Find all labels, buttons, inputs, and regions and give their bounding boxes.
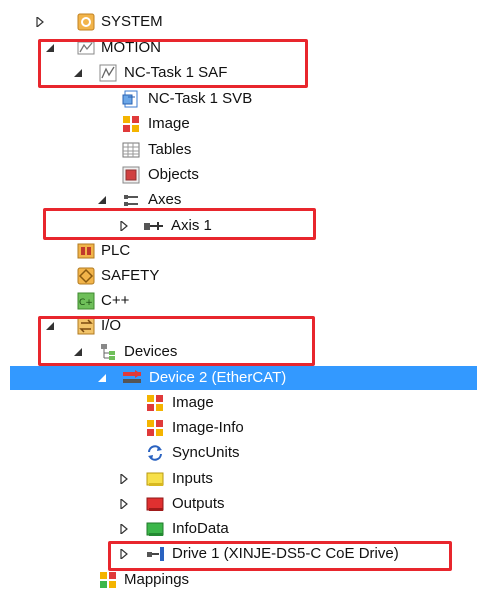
expand-arrow-icon[interactable] (34, 10, 46, 34)
tree-item-inputs[interactable]: Inputs (0, 467, 477, 491)
tree-item-label: NC-Task 1 SVB (148, 90, 253, 107)
nc-task-svb-icon (122, 90, 140, 108)
tree-item-label: Device 2 (EtherCAT) (149, 369, 287, 386)
tree-item-mappings[interactable]: Mappings (0, 568, 477, 592)
objects-icon (122, 166, 140, 184)
tree-item-label: Devices (124, 343, 178, 360)
tree-item-label: I/O (101, 317, 122, 334)
tree-item-outputs[interactable]: Outputs (0, 492, 477, 516)
axes-icon (122, 191, 140, 209)
image-icon (122, 115, 140, 133)
system-icon (77, 13, 95, 31)
tree-item-nc-task-saf[interactable]: NC-Task 1 SAF (0, 61, 477, 85)
tree-item-label: MOTION (101, 39, 161, 56)
tree-item-label: Outputs (172, 495, 225, 512)
collapse-arrow-icon[interactable] (44, 314, 56, 338)
expand-arrow-icon[interactable] (118, 492, 130, 516)
syncunits-icon (146, 444, 164, 462)
outputs-icon (146, 495, 164, 513)
expand-arrow-icon[interactable] (118, 542, 130, 566)
nc-task-icon (99, 64, 117, 82)
expand-arrow-icon[interactable] (118, 467, 130, 491)
devices-icon (99, 343, 117, 361)
expand-arrow-icon[interactable] (118, 214, 130, 238)
safety-icon (77, 267, 95, 285)
inputs-icon (146, 470, 164, 488)
tree-item-label: InfoData (172, 520, 229, 537)
tree-item-syncunits[interactable]: SyncUnits (0, 441, 477, 465)
tree-item-plc[interactable]: PLC (0, 239, 477, 263)
tree-item-safety[interactable]: SAFETY (0, 264, 477, 288)
ethercat-device-icon (122, 369, 141, 387)
tree-item-axes[interactable]: Axes (0, 188, 477, 212)
tree-item-label: Objects (148, 166, 199, 183)
tree-item-label: Image-Info (172, 419, 244, 436)
tree-item-device-2[interactable]: Device 2 (EtherCAT) (10, 366, 477, 390)
tree-item-tables[interactable]: Tables (0, 138, 477, 162)
expand-arrow-icon[interactable] (118, 517, 130, 541)
collapse-arrow-icon[interactable] (72, 340, 84, 364)
svg-text:C+: C+ (79, 298, 93, 308)
collapse-arrow-icon[interactable] (72, 61, 84, 85)
image-icon (146, 394, 164, 412)
tree-item-axis-1[interactable]: Axis 1 (0, 214, 477, 238)
infodata-icon (146, 520, 164, 538)
tree-item-nc-task-svb[interactable]: NC-Task 1 SVB (0, 87, 477, 111)
image-info-icon (146, 419, 164, 437)
tree-item-label: SYSTEM (101, 13, 163, 30)
tree-item-label: Inputs (172, 470, 213, 487)
collapse-arrow-icon[interactable] (96, 366, 108, 390)
tree-item-label: Axes (148, 191, 182, 208)
tree-item-label: Image (172, 394, 214, 411)
tree-item-label: Mappings (124, 571, 190, 588)
collapse-arrow-icon[interactable] (44, 36, 56, 60)
motion-icon (77, 39, 95, 57)
drive-icon (146, 545, 164, 563)
tree-item-system[interactable]: SYSTEM (0, 10, 477, 34)
tables-icon (122, 141, 140, 159)
tree-item-label: Image (148, 115, 190, 132)
tree-item-objects[interactable]: Objects (0, 163, 477, 187)
tree-item-label: SyncUnits (172, 444, 240, 461)
tree-item-image-info[interactable]: Image-Info (0, 416, 477, 440)
tree-item-label: NC-Task 1 SAF (124, 64, 228, 81)
tree-item-label: PLC (101, 242, 131, 259)
tree-item-label: Axis 1 (171, 217, 212, 234)
plc-icon (77, 242, 95, 260)
tree-item-io[interactable]: I/O (0, 314, 477, 338)
axis-icon (143, 217, 163, 235)
tree-item-infodata[interactable]: InfoData (0, 517, 477, 541)
tree-item-device-image[interactable]: Image (0, 391, 477, 415)
io-icon (77, 317, 95, 335)
mappings-icon (99, 571, 117, 589)
tree-item-label: C++ (101, 292, 130, 309)
tree-item-drive-1[interactable]: Drive 1 (XINJE-DS5-C CoE Drive) (0, 542, 477, 566)
tree-item-label: Tables (148, 141, 192, 158)
cpp-icon: C+ (77, 292, 95, 310)
tree-item-image[interactable]: Image (0, 112, 477, 136)
tree-item-cpp[interactable]: C+ C++ (0, 289, 477, 313)
collapse-arrow-icon[interactable] (96, 188, 108, 212)
tree-item-devices[interactable]: Devices (0, 340, 477, 364)
tree-item-motion[interactable]: MOTION (0, 36, 477, 60)
tree-item-label: SAFETY (101, 267, 160, 284)
tree-item-label: Drive 1 (XINJE-DS5-C CoE Drive) (172, 545, 399, 562)
